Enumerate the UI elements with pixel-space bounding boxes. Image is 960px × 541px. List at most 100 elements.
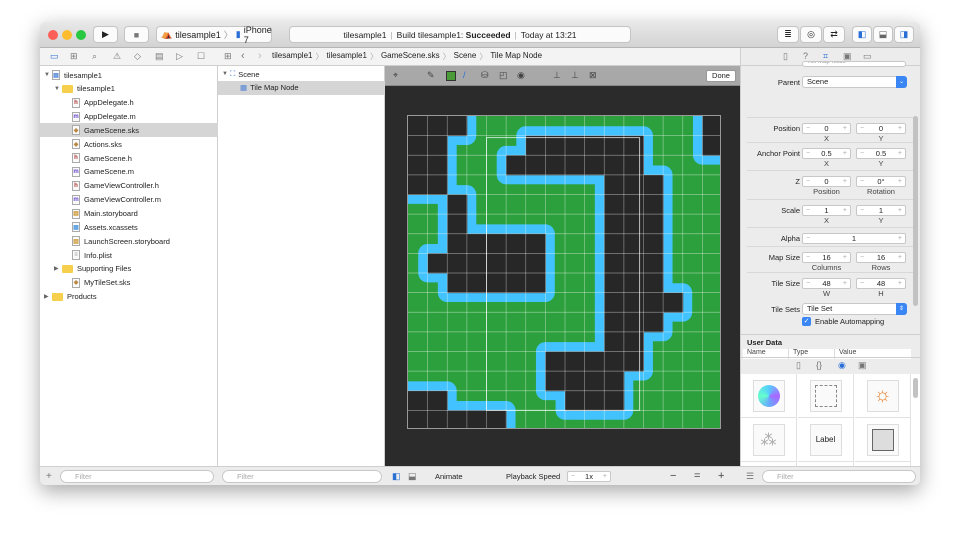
dark-tile[interactable] — [604, 371, 625, 392]
tilesets-select[interactable]: Tile Set ⇕ — [802, 303, 907, 315]
dark-tile[interactable] — [623, 312, 644, 333]
plus-icon[interactable]: + — [898, 178, 902, 185]
parent-select[interactable]: Scene ⌄ — [802, 76, 907, 88]
plus-icon[interactable]: + — [898, 280, 902, 287]
library-item-light[interactable]: ☼ — [855, 374, 911, 418]
dark-tile[interactable] — [643, 214, 664, 235]
library-item-empty-node[interactable] — [798, 374, 854, 418]
dark-tile[interactable] — [525, 273, 546, 294]
file-item[interactable]: m AppDelegate.m — [40, 110, 218, 124]
dark-tile[interactable] — [643, 273, 664, 294]
dark-tile[interactable] — [525, 253, 546, 274]
outline-item[interactable]: ▼ ⛶ Scene — [218, 67, 385, 81]
file-item[interactable]: ▤ LaunchScreen.storyboard — [40, 234, 218, 248]
dark-tile[interactable] — [466, 273, 487, 294]
stamp-icon[interactable]: ⊥ — [553, 70, 561, 81]
breadcrumb-item[interactable]: GameScene.sks — [381, 51, 440, 62]
zoom-button[interactable] — [76, 30, 86, 40]
dark-tile[interactable] — [643, 174, 664, 195]
media-library-icon[interactable]: ▣ — [858, 360, 867, 371]
minus-icon[interactable]: − — [860, 280, 864, 287]
dark-tile[interactable] — [623, 135, 644, 156]
dark-tile[interactable] — [545, 135, 566, 156]
file-item[interactable]: ▦ Assets.xcassets — [40, 220, 218, 234]
map-size-stepper[interactable]: − 16 + — [856, 252, 906, 263]
dark-tile[interactable] — [427, 135, 448, 156]
dark-tile[interactable] — [702, 135, 721, 156]
dark-tile[interactable] — [604, 273, 625, 294]
breadcrumb-item[interactable]: Tile Map Node — [490, 51, 542, 62]
file-item[interactable]: h AppDelegate.h — [40, 96, 218, 110]
dark-tile[interactable] — [604, 155, 625, 176]
file-item[interactable]: ≡ Info.plist — [40, 248, 218, 262]
dark-tile[interactable] — [604, 194, 625, 215]
toggle-action-editor-icon[interactable]: ⬓ — [408, 471, 417, 482]
toggle-utilities-button[interactable]: ◨ — [894, 26, 914, 43]
file-item[interactable]: ▼ ▤ tilesample1 — [40, 68, 218, 82]
dark-tile[interactable] — [466, 233, 487, 254]
dark-tile[interactable] — [408, 155, 429, 176]
minus-icon[interactable]: − — [860, 254, 864, 261]
plus-icon[interactable]: + — [843, 150, 847, 157]
dark-tile[interactable] — [427, 410, 448, 429]
dark-tile[interactable] — [663, 292, 684, 313]
playback-speed-stepper[interactable]: −1x + — [567, 471, 611, 482]
dark-tile[interactable] — [545, 351, 566, 372]
minus-icon[interactable]: − — [860, 178, 864, 185]
debug-navigator-icon[interactable]: ▤ — [155, 51, 164, 62]
breakpoint-navigator-icon[interactable]: ▷ — [176, 51, 183, 62]
dark-tile[interactable] — [623, 273, 644, 294]
dark-tile[interactable] — [506, 155, 527, 176]
plus-icon[interactable]: + — [843, 178, 847, 185]
minus-icon[interactable]: − — [860, 125, 864, 132]
dark-tile[interactable] — [408, 390, 429, 411]
project-navigator-icon[interactable]: ▭ — [50, 51, 59, 62]
dark-tile[interactable] — [604, 135, 625, 156]
dark-tile[interactable] — [643, 253, 664, 274]
tile-map-canvas[interactable] — [407, 115, 721, 429]
dark-tile[interactable] — [427, 116, 448, 137]
plus-icon[interactable]: + — [898, 125, 902, 132]
dark-tile[interactable] — [643, 312, 664, 333]
plus-icon[interactable]: + — [843, 207, 847, 214]
file-item[interactable]: ▶ Products — [40, 290, 218, 304]
file-inspector-icon[interactable]: ▯ — [783, 51, 788, 62]
map-size-stepper[interactable]: − 16 + — [802, 252, 851, 263]
file-item[interactable]: h GameViewController.h — [40, 179, 218, 193]
dark-tile[interactable] — [584, 351, 605, 372]
dark-tile[interactable] — [604, 331, 625, 352]
file-template-icon[interactable]: ▯ — [796, 360, 801, 371]
dark-tile[interactable] — [525, 135, 546, 156]
dark-tile[interactable] — [408, 410, 429, 429]
dark-tile[interactable] — [486, 233, 507, 254]
plus-icon[interactable]: + — [898, 254, 902, 261]
list-view-icon[interactable]: ☰ — [746, 471, 754, 482]
dark-tile[interactable] — [466, 410, 487, 429]
dark-tile[interactable] — [604, 312, 625, 333]
dark-tile[interactable] — [525, 233, 546, 254]
report-navigator-icon[interactable]: ☐ — [197, 51, 205, 62]
file-item[interactable]: m GameScene.m — [40, 165, 218, 179]
file-item[interactable]: m GameViewController.m — [40, 193, 218, 207]
assistant-editor-button[interactable]: ◎ — [800, 26, 822, 43]
stamp-random-icon[interactable]: ⊥ — [571, 70, 579, 81]
test-navigator-icon[interactable]: ◇ — [134, 51, 141, 62]
minus-icon[interactable]: − — [860, 150, 864, 157]
dark-tile[interactable] — [643, 233, 664, 254]
standard-editor-button[interactable]: ≣ — [777, 26, 799, 43]
name-field[interactable]: Tile Map Node — [802, 61, 906, 67]
plus-icon[interactable]: + — [843, 125, 847, 132]
plus-icon[interactable]: + — [843, 254, 847, 261]
minus-icon[interactable]: − — [806, 178, 810, 185]
plus-icon[interactable]: + — [843, 280, 847, 287]
version-editor-button[interactable]: ⇄ — [823, 26, 845, 43]
dark-tile[interactable] — [623, 174, 644, 195]
file-item[interactable]: ◆ GameScene.sks — [40, 123, 218, 138]
dark-tile[interactable] — [565, 351, 586, 372]
library-item-emitter[interactable]: ⁂ — [741, 418, 797, 462]
dark-tile[interactable] — [702, 116, 721, 137]
run-button[interactable]: ▶ — [93, 26, 118, 43]
dark-tile[interactable] — [408, 135, 429, 156]
file-item[interactable]: ◆ Actions.sks — [40, 137, 218, 151]
dark-tile[interactable] — [486, 410, 507, 429]
